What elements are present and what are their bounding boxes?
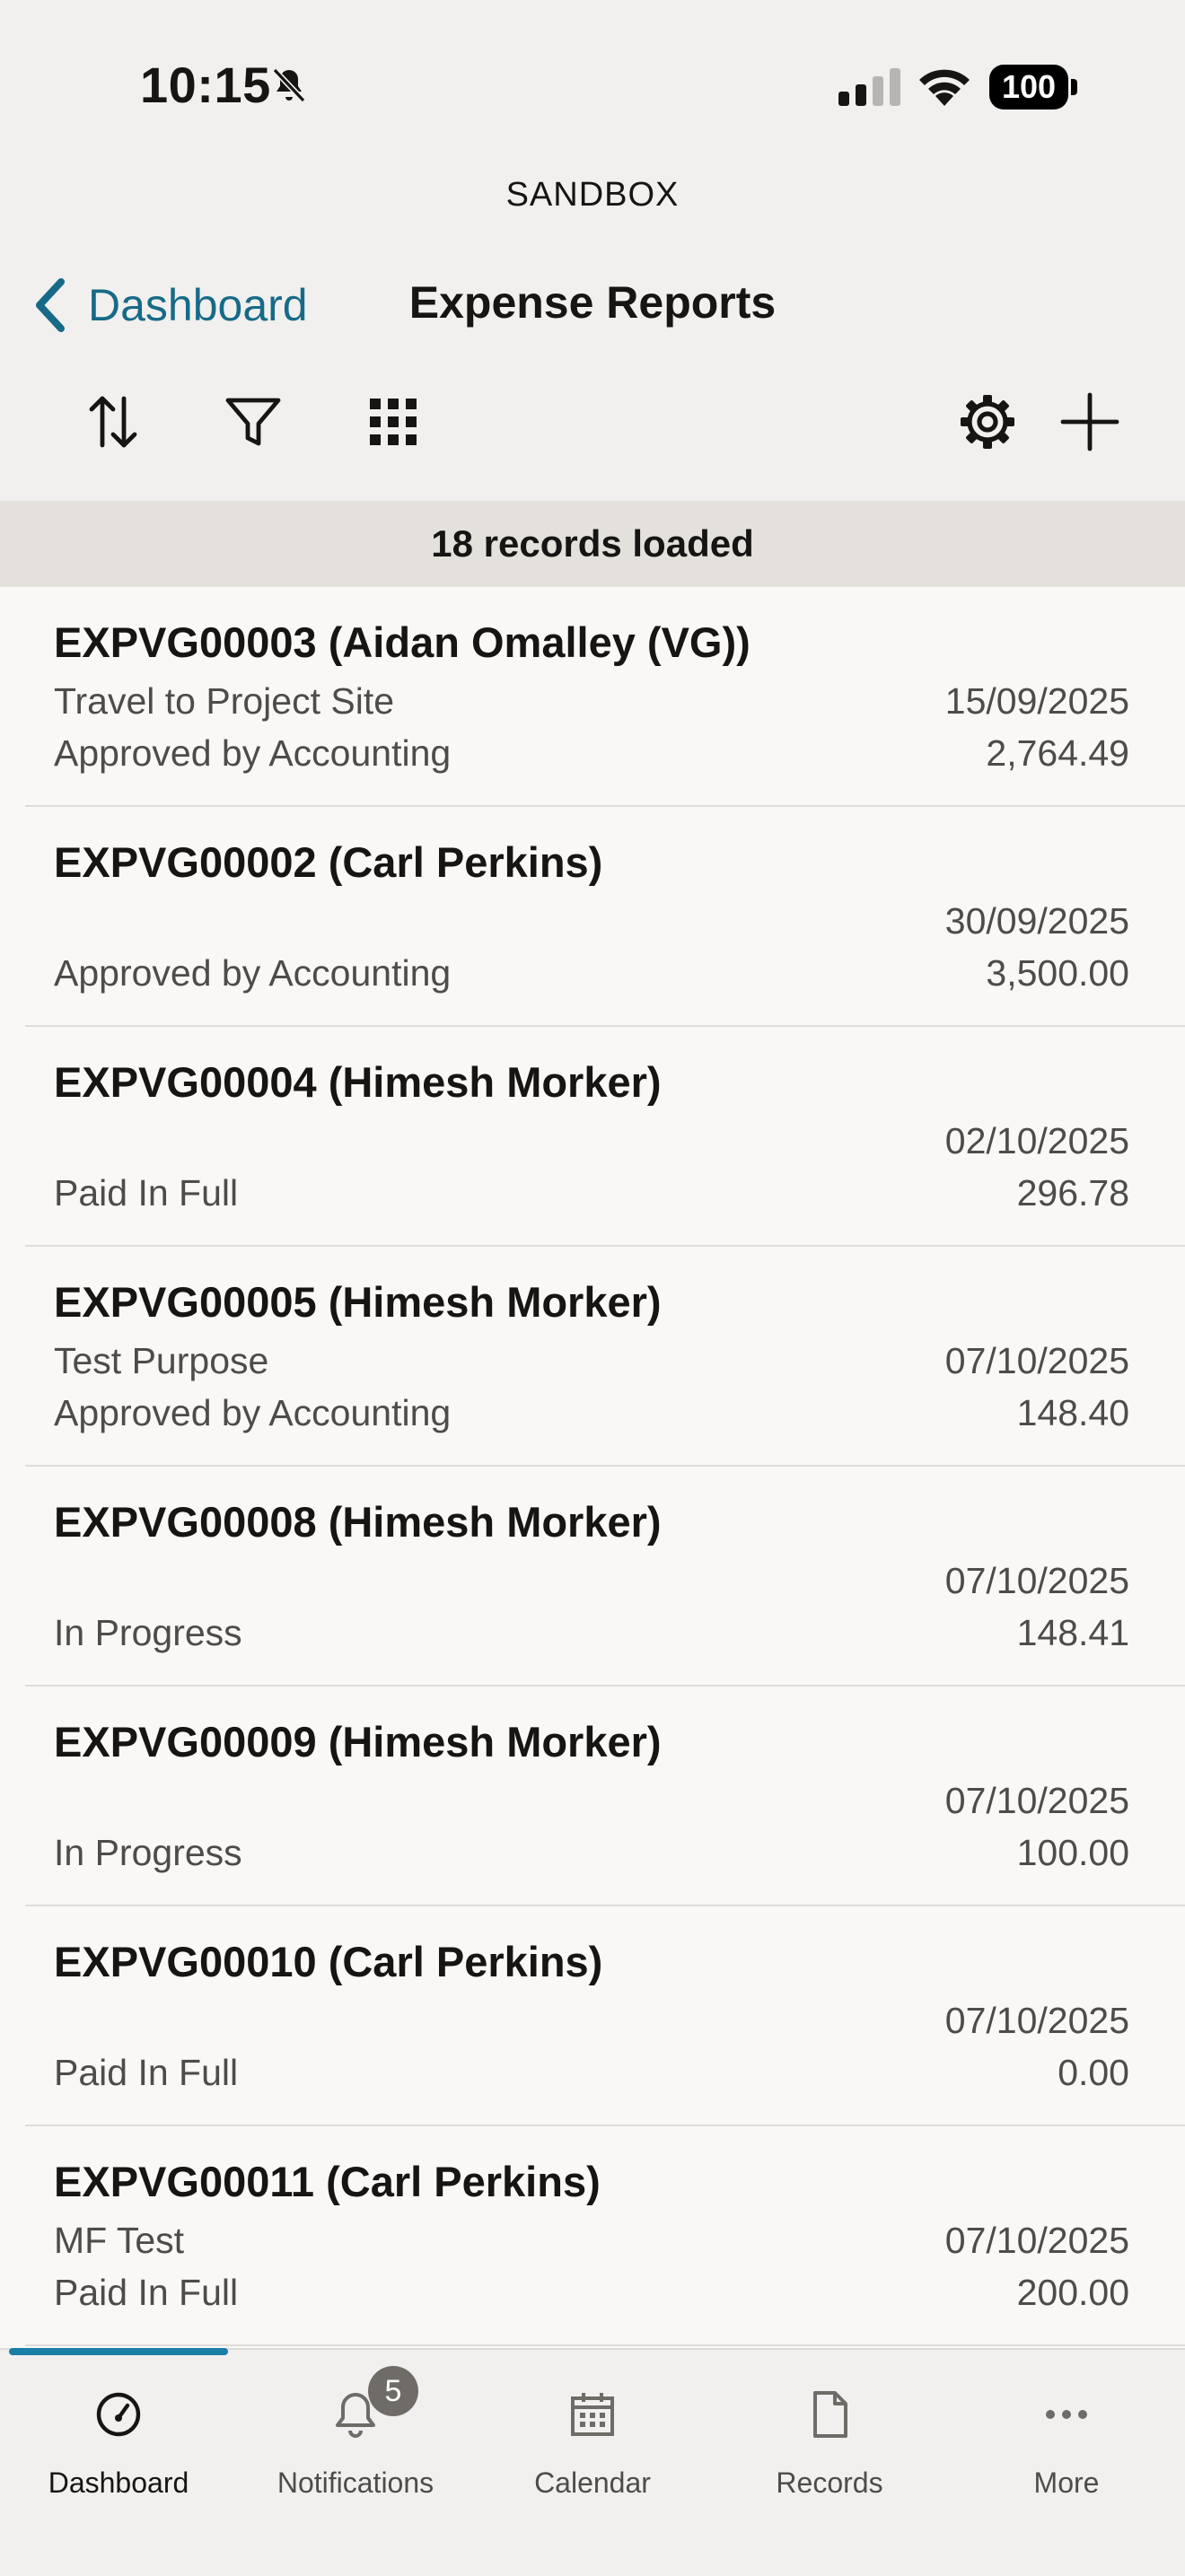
battery-level: 100 [989, 65, 1068, 110]
back-button[interactable]: Dashboard [31, 269, 308, 341]
report-date: 07/10/2025 [944, 1560, 1129, 1601]
expense-report-list: EXPVG00003 (Aidan Omalley (VG)) Travel t… [0, 587, 1185, 2348]
add-button[interactable] [1054, 386, 1126, 458]
report-date: 07/10/2025 [944, 1780, 1129, 1821]
tab-records[interactable]: Records [711, 2377, 948, 2502]
settings-button[interactable] [952, 386, 1023, 458]
add-icon [1060, 392, 1119, 451]
records-count-banner: 18 records loaded [0, 501, 1185, 587]
list-item[interactable]: EXPVG00002 (Carl Perkins) Approved by Ac… [25, 807, 1185, 1027]
report-amount: 0.00 [1058, 2052, 1129, 2093]
report-amount: 148.40 [1016, 1392, 1129, 1433]
tab-calendar[interactable]: Calendar [474, 2377, 711, 2502]
list-item[interactable]: EXPVG00003 (Aidan Omalley (VG)) Travel t… [25, 587, 1185, 807]
report-date: 07/10/2025 [944, 2000, 1129, 2041]
list-item[interactable]: EXPVG00009 (Himesh Morker) In Progress 0… [25, 1687, 1185, 1906]
report-title: EXPVG00003 (Aidan Omalley (VG)) [54, 618, 750, 666]
list-item[interactable]: EXPVG00004 (Himesh Morker) Paid In Full … [25, 1027, 1185, 1247]
list-item[interactable]: EXPVG00005 (Himesh Morker) Test Purpose … [25, 1247, 1185, 1467]
report-purpose: Travel to Project Site [54, 680, 395, 722]
grid-icon [370, 399, 417, 445]
bottom-tab-bar: Dashboard Notifications 5 Calendar Recor… [0, 2348, 1185, 2576]
report-amount: 296.78 [1016, 1172, 1129, 1214]
tab-label: More [1033, 2466, 1100, 2499]
battery-icon: 100 [989, 65, 1079, 110]
list-item[interactable]: EXPVG00008 (Himesh Morker) In Progress 0… [25, 1467, 1185, 1687]
grid-view-button[interactable] [357, 386, 429, 458]
wifi-icon [919, 69, 970, 106]
report-status: Paid In Full [54, 1172, 239, 1214]
calendar-icon [571, 2393, 614, 2436]
filter-button[interactable] [217, 386, 289, 458]
tab-notifications[interactable]: Notifications [237, 2377, 474, 2502]
report-date: 07/10/2025 [944, 1340, 1129, 1381]
list-item[interactable]: EXPVG00011 (Carl Perkins) MF Test Paid I… [25, 2126, 1185, 2346]
bell-off-icon [272, 67, 306, 103]
status-bar: 10:15 100 [0, 0, 1185, 171]
cellular-signal-icon [838, 68, 900, 106]
report-status: Paid In Full [54, 2052, 239, 2093]
report-amount: 100.00 [1016, 1832, 1129, 1873]
report-date: 02/10/2025 [944, 1120, 1129, 1161]
active-tab-indicator [9, 2348, 228, 2355]
report-date: 07/10/2025 [944, 2220, 1129, 2261]
report-amount: 200.00 [1016, 2272, 1129, 2313]
sort-button[interactable] [77, 386, 149, 458]
report-status: Approved by Accounting [54, 952, 452, 994]
report-purpose: Test Purpose [54, 1340, 269, 1381]
report-title: EXPVG00011 (Carl Perkins) [54, 2158, 601, 2205]
tab-label: Records [776, 2466, 883, 2499]
report-status: Approved by Accounting [54, 1392, 452, 1433]
chevron-left-icon [36, 278, 65, 332]
report-title: EXPVG00005 (Himesh Morker) [54, 1278, 662, 1326]
filter-icon [225, 398, 281, 446]
environment-label: SANDBOX [505, 176, 680, 214]
report-title: EXPVG00010 (Carl Perkins) [54, 1938, 603, 1985]
sort-icon [89, 396, 137, 448]
tab-dashboard[interactable]: Dashboard [0, 2377, 237, 2502]
report-purpose: MF Test [54, 2220, 185, 2261]
report-title: EXPVG00004 (Himesh Morker) [54, 1058, 662, 1106]
settings-icon [961, 395, 1014, 449]
report-title: EXPVG00002 (Carl Perkins) [54, 838, 603, 886]
tab-label: Notifications [276, 2466, 434, 2499]
report-status: Paid In Full [54, 2272, 239, 2313]
notification-count-badge: 5 [368, 2366, 418, 2416]
status-time: 10:15 [140, 57, 271, 113]
tab-label: Dashboard [48, 2466, 189, 2499]
report-title: EXPVG00008 (Himesh Morker) [54, 1498, 662, 1546]
list-item[interactable]: EXPVG00010 (Carl Perkins) Paid In Full 0… [25, 1906, 1185, 2126]
report-amount: 2,764.49 [986, 732, 1129, 774]
dashboard-icon [96, 2392, 141, 2437]
tab-label: Calendar [534, 2466, 651, 2499]
report-status: In Progress [54, 1832, 242, 1873]
tab-more[interactable]: More [948, 2377, 1185, 2502]
report-amount: 3,500.00 [986, 952, 1129, 994]
report-amount: 148.41 [1016, 1612, 1129, 1653]
report-date: 30/09/2025 [944, 900, 1129, 942]
document-icon [813, 2391, 847, 2438]
report-status: Approved by Accounting [54, 732, 452, 774]
report-status: In Progress [54, 1612, 242, 1653]
report-title: EXPVG00009 (Himesh Morker) [54, 1718, 662, 1766]
report-date: 15/09/2025 [944, 680, 1129, 722]
back-label: Dashboard [88, 280, 308, 330]
more-icon [1046, 2410, 1087, 2419]
